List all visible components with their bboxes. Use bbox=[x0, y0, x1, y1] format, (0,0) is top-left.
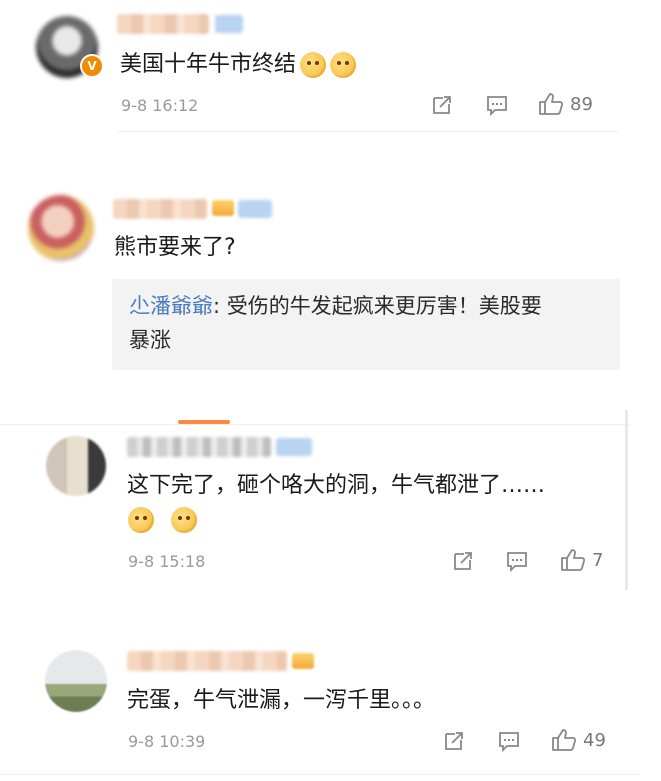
reply-line-2: 暴涨 bbox=[129, 328, 171, 352]
divider bbox=[118, 131, 618, 132]
dog-face-emoji bbox=[300, 52, 327, 78]
comment-button[interactable] bbox=[486, 94, 508, 116]
share-button[interactable] bbox=[452, 550, 474, 572]
emoji-row bbox=[128, 507, 198, 533]
share-icon bbox=[443, 730, 465, 752]
username[interactable] bbox=[117, 14, 209, 34]
like-count: 49 bbox=[583, 729, 606, 751]
crown-badge bbox=[292, 653, 314, 669]
comment-text-content: 美国十年牛市终结 bbox=[120, 52, 297, 77]
like-count: 7 bbox=[592, 549, 604, 571]
comment-text: 这下完了，砸个咯大的洞，牛气都泄了…… bbox=[127, 471, 545, 501]
divider bbox=[0, 424, 630, 425]
timestamp: 9-8 10:39 bbox=[128, 732, 206, 751]
thinking-face-emoji bbox=[171, 507, 198, 533]
user-level-tag bbox=[238, 200, 272, 218]
user-level-tag bbox=[276, 438, 312, 456]
comment-text: 完蛋，牛气泄漏，一泻千里。。。 bbox=[127, 688, 436, 713]
comment-icon bbox=[486, 94, 508, 116]
comment-icon bbox=[498, 730, 520, 752]
reply-author[interactable]: 尐潘爺爺 bbox=[129, 294, 213, 318]
username[interactable] bbox=[113, 199, 207, 219]
dog-face-emoji bbox=[330, 52, 357, 78]
like-icon bbox=[551, 728, 577, 752]
crown-badge bbox=[212, 200, 234, 216]
comment-text: 美国十年牛市终结 bbox=[120, 50, 357, 80]
user-level-tag bbox=[215, 15, 243, 33]
thinking-face-emoji bbox=[128, 507, 154, 533]
avatar[interactable] bbox=[28, 195, 94, 261]
share-icon bbox=[452, 550, 474, 572]
timestamp: 9-8 15:18 bbox=[128, 552, 206, 571]
verified-badge: V bbox=[80, 54, 104, 78]
like-button[interactable]: 7 bbox=[560, 548, 603, 572]
comment-text-content: 这下完了，砸个咯大的洞，牛气都泄了…… bbox=[127, 473, 546, 498]
reply-separator: : bbox=[213, 294, 227, 318]
comment-icon bbox=[506, 550, 528, 572]
avatar[interactable] bbox=[46, 436, 106, 496]
share-button[interactable] bbox=[443, 730, 465, 752]
scrollbar[interactable] bbox=[625, 410, 628, 590]
comment-text: 熊市要来了? bbox=[114, 235, 236, 260]
timestamp: 9-8 16:12 bbox=[121, 96, 199, 115]
like-icon bbox=[538, 92, 564, 116]
like-count: 89 bbox=[570, 93, 593, 115]
share-icon bbox=[431, 94, 453, 116]
username[interactable] bbox=[127, 651, 287, 671]
reply-line-1: 受伤的牛发起疯来更厉害！美股要 bbox=[226, 294, 542, 318]
comment-button[interactable] bbox=[506, 550, 528, 572]
like-button[interactable]: 49 bbox=[551, 728, 606, 752]
avatar[interactable] bbox=[45, 650, 107, 712]
reply-text: 尐潘爺爺: 受伤的牛发起疯来更厉害！美股要 暴涨 bbox=[129, 289, 609, 357]
divider bbox=[0, 774, 640, 775]
like-icon bbox=[560, 548, 586, 572]
like-button[interactable]: 89 bbox=[538, 92, 593, 116]
share-button[interactable] bbox=[431, 94, 453, 116]
comment-button[interactable] bbox=[498, 730, 520, 752]
username[interactable] bbox=[127, 437, 271, 457]
